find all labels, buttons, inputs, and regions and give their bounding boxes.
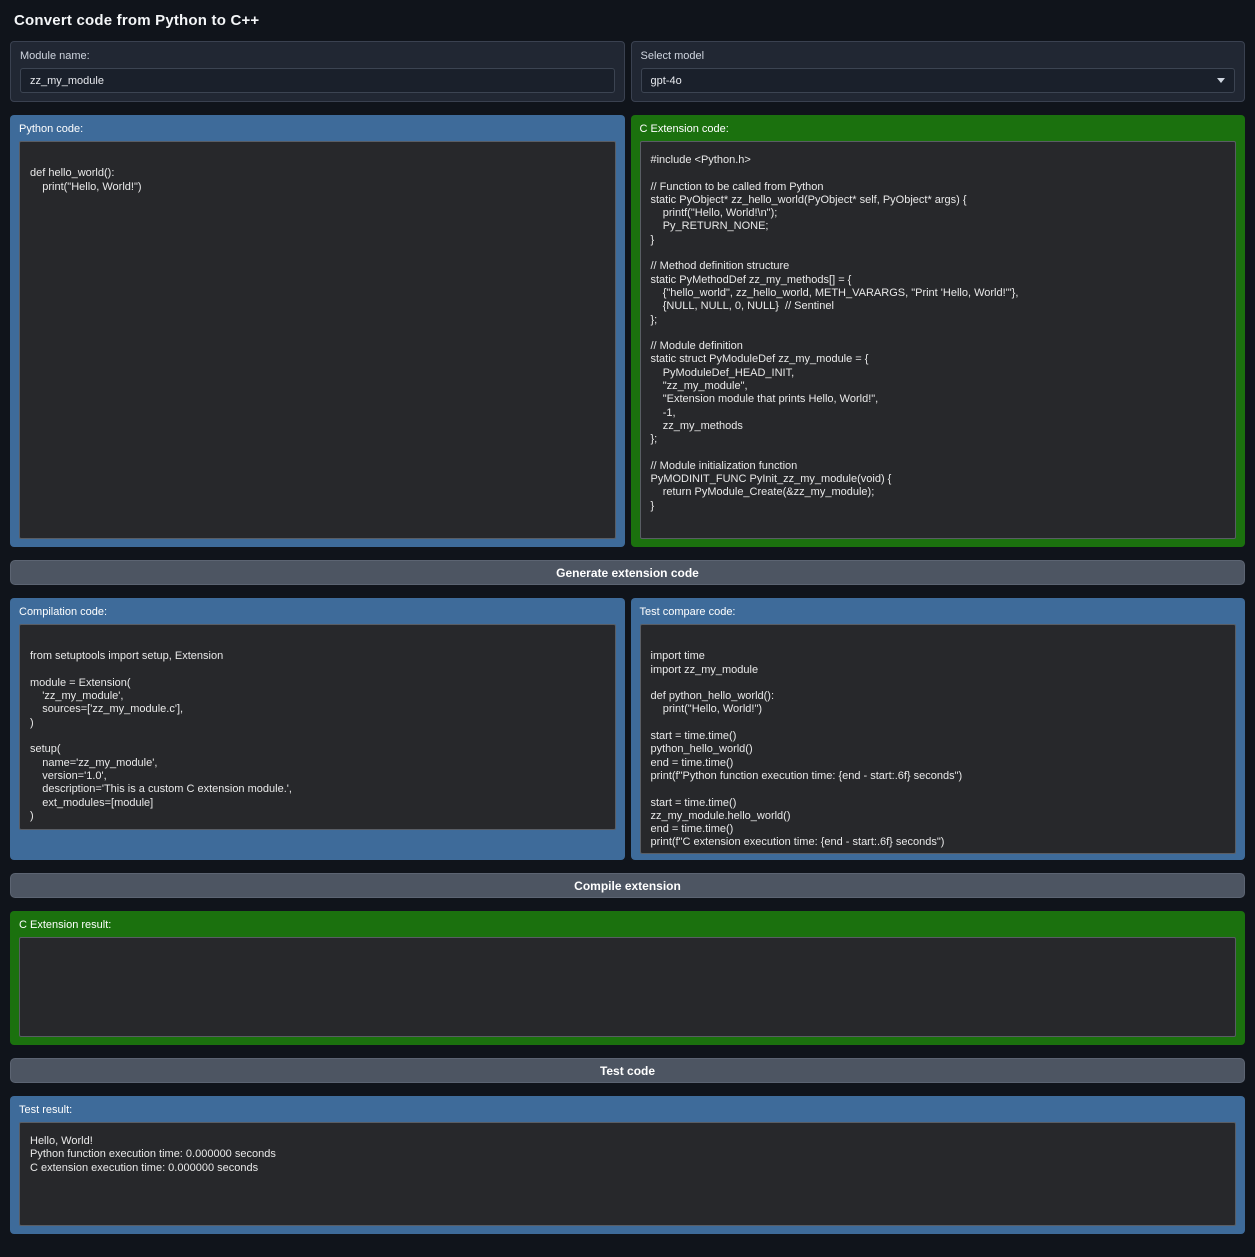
compilation-code-panel: Compilation code: from setuptools import…: [10, 598, 625, 860]
chevron-down-icon: [1217, 78, 1225, 83]
c-extension-result-label: C Extension result:: [19, 919, 1236, 932]
config-row: Module name: Select model gpt-4o: [10, 41, 1245, 102]
c-extension-code-editor[interactable]: #include <Python.h> // Function to be ca…: [640, 141, 1237, 539]
test-compare-code-editor[interactable]: import time import zz_my_module def pyth…: [640, 624, 1237, 854]
c-extension-result-output[interactable]: [19, 937, 1236, 1037]
module-name-input[interactable]: [20, 68, 615, 93]
c-extension-code-label: C Extension code:: [640, 123, 1237, 136]
test-result-panel: Test result: Hello, World! Python functi…: [10, 1096, 1245, 1234]
python-code-editor[interactable]: def hello_world(): print("Hello, World!"…: [19, 141, 616, 539]
source-code-row: Python code: def hello_world(): print("H…: [10, 115, 1245, 547]
test-result-output[interactable]: Hello, World! Python function execution …: [19, 1122, 1236, 1226]
model-select-value: gpt-4o: [651, 75, 682, 87]
build-test-code-row: Compilation code: from setuptools import…: [10, 598, 1245, 860]
model-select-label: Select model: [641, 50, 1236, 63]
python-code-panel: Python code: def hello_world(): print("H…: [10, 115, 625, 547]
module-name-panel: Module name:: [10, 41, 625, 102]
module-name-label: Module name:: [20, 50, 615, 63]
c-extension-result-panel: C Extension result:: [10, 911, 1245, 1045]
c-extension-code-panel: C Extension code: #include <Python.h> //…: [631, 115, 1246, 547]
test-compare-code-label: Test compare code:: [640, 606, 1237, 619]
generate-extension-code-button[interactable]: Generate extension code: [10, 560, 1245, 585]
model-select-panel: Select model gpt-4o: [631, 41, 1246, 102]
compile-extension-button[interactable]: Compile extension: [10, 873, 1245, 898]
test-compare-code-panel: Test compare code: import time import zz…: [631, 598, 1246, 860]
test-result-label: Test result:: [19, 1104, 1236, 1117]
python-code-label: Python code:: [19, 123, 616, 136]
app: Convert code from Python to C++ Module n…: [10, 12, 1245, 1234]
page-title: Convert code from Python to C++: [14, 12, 1241, 29]
compilation-code-label: Compilation code:: [19, 606, 616, 619]
model-select-dropdown[interactable]: gpt-4o: [641, 68, 1236, 93]
test-code-button[interactable]: Test code: [10, 1058, 1245, 1083]
compilation-code-editor[interactable]: from setuptools import setup, Extension …: [19, 624, 616, 830]
